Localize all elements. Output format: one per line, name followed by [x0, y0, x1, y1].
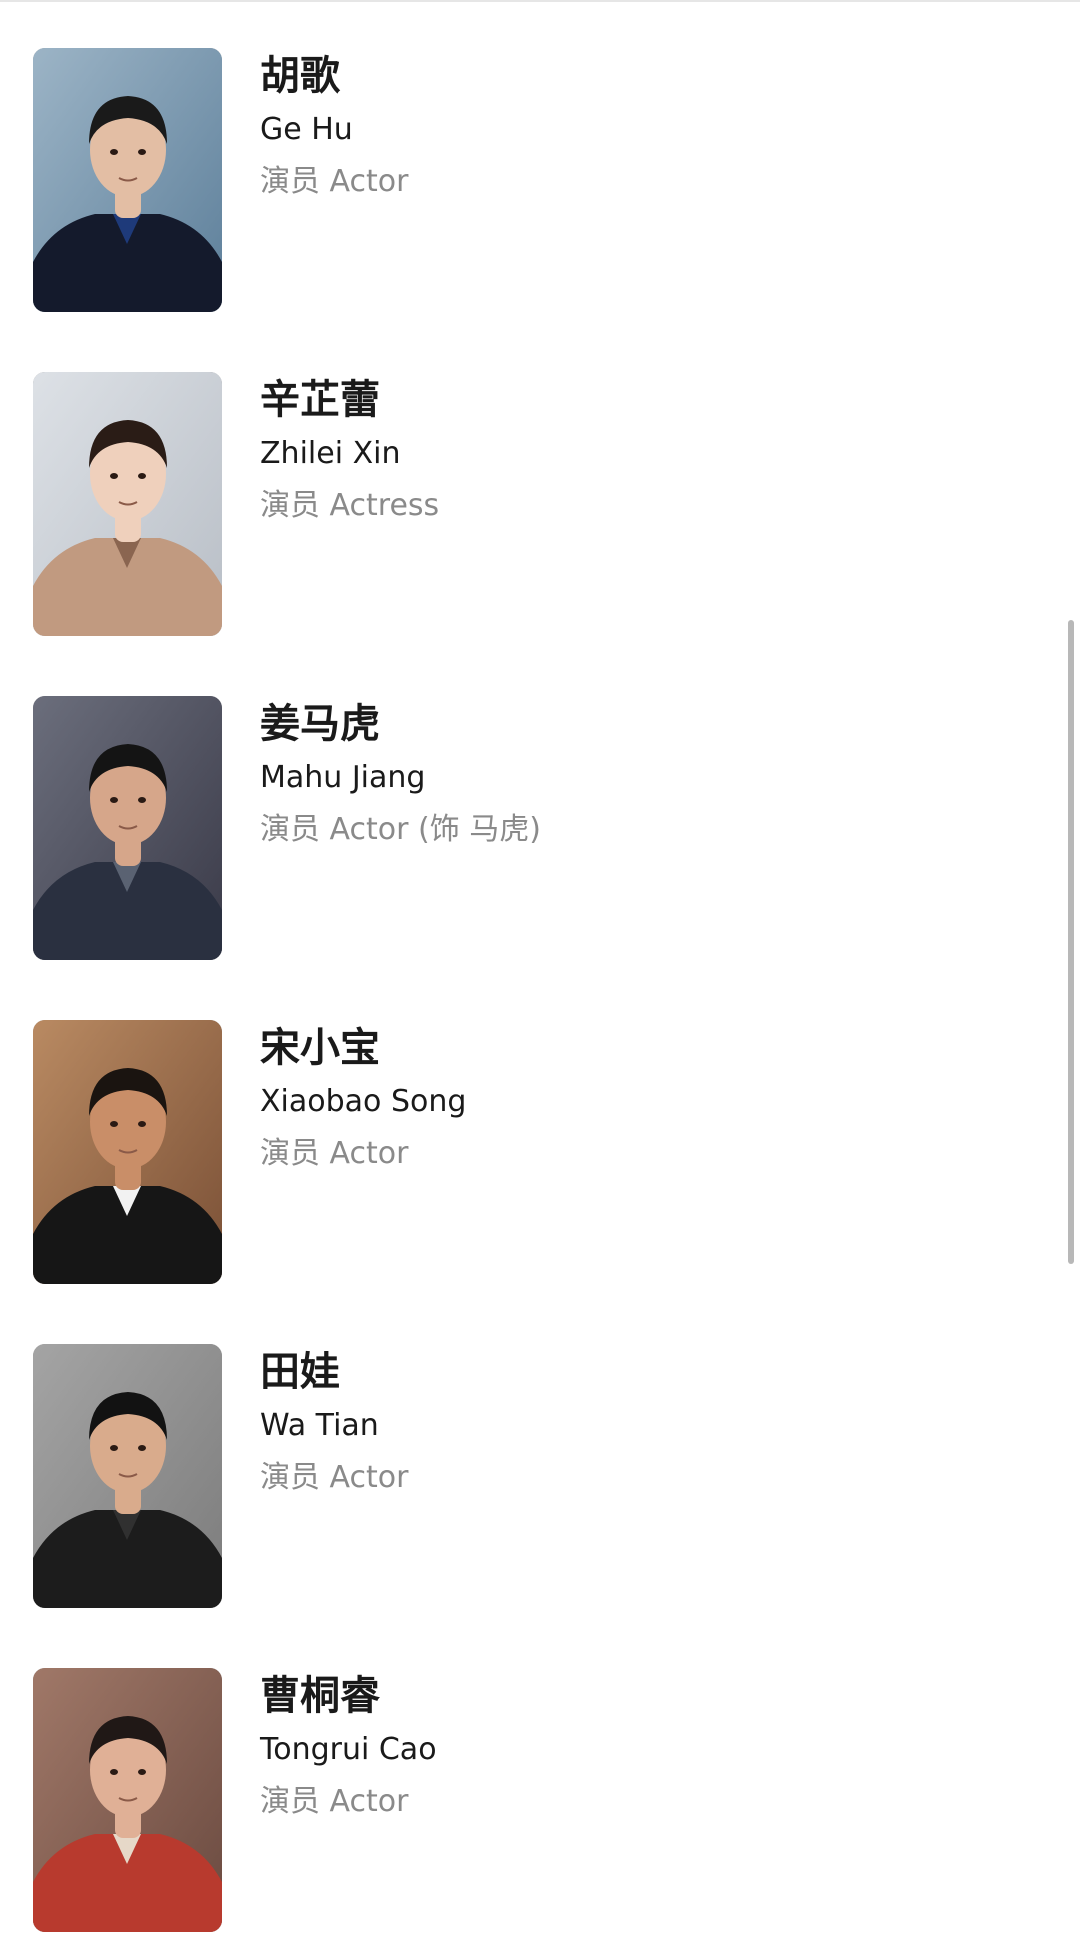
cast-list: 胡歌 Ge Hu 演员 Actor 辛芷蕾 Zhilei Xin 演员 Actr… — [0, 0, 1080, 1948]
cast-name-chinese: 曹桐睿 — [260, 1673, 380, 1719]
portrait-image — [33, 48, 222, 312]
cast-name-english: Mahu Jiang — [260, 760, 426, 795]
cast-role: 演员 Actor — [260, 164, 409, 199]
cast-role: 演员 Actor — [260, 1784, 409, 1819]
cast-photo[interactable] — [33, 1020, 222, 1284]
cast-role: 演员 Actor — [260, 1136, 409, 1171]
portrait-image — [33, 696, 222, 960]
cast-name-english: Wa Tian — [260, 1408, 379, 1443]
portrait-image — [33, 372, 222, 636]
cast-name-chinese: 宋小宝 — [260, 1025, 380, 1071]
scrollbar-thumb[interactable] — [1068, 620, 1074, 1264]
cast-item[interactable]: 姜马虎 Mahu Jiang 演员 Actor (饰 马虎) — [0, 696, 1080, 960]
portrait-image — [33, 1020, 222, 1284]
cast-role: 演员 Actress — [260, 488, 440, 523]
cast-item[interactable]: 胡歌 Ge Hu 演员 Actor — [0, 48, 1080, 312]
cast-name-chinese: 辛芷蕾 — [260, 377, 380, 423]
cast-name-chinese: 田娃 — [260, 1349, 340, 1395]
cast-photo[interactable] — [33, 372, 222, 636]
cast-item[interactable]: 田娃 Wa Tian 演员 Actor — [0, 1344, 1080, 1608]
cast-name-english: Tongrui Cao — [260, 1732, 437, 1767]
portrait-image — [33, 1344, 222, 1608]
cast-item[interactable]: 曹桐睿 Tongrui Cao 演员 Actor — [0, 1668, 1080, 1932]
cast-name-chinese: 胡歌 — [260, 53, 340, 99]
portrait-image — [33, 1668, 222, 1932]
cast-photo[interactable] — [33, 1668, 222, 1932]
cast-name-english: Ge Hu — [260, 112, 353, 147]
cast-item[interactable]: 辛芷蕾 Zhilei Xin 演员 Actress — [0, 372, 1080, 636]
cast-name-english: Xiaobao Song — [260, 1084, 467, 1119]
cast-photo[interactable] — [33, 48, 222, 312]
cast-item[interactable]: 宋小宝 Xiaobao Song 演员 Actor — [0, 1020, 1080, 1284]
cast-photo[interactable] — [33, 1344, 222, 1608]
cast-name-chinese: 姜马虎 — [260, 701, 380, 747]
cast-role: 演员 Actor (饰 马虎) — [260, 812, 541, 847]
cast-role: 演员 Actor — [260, 1460, 409, 1495]
cast-photo[interactable] — [33, 696, 222, 960]
cast-name-english: Zhilei Xin — [260, 436, 401, 471]
